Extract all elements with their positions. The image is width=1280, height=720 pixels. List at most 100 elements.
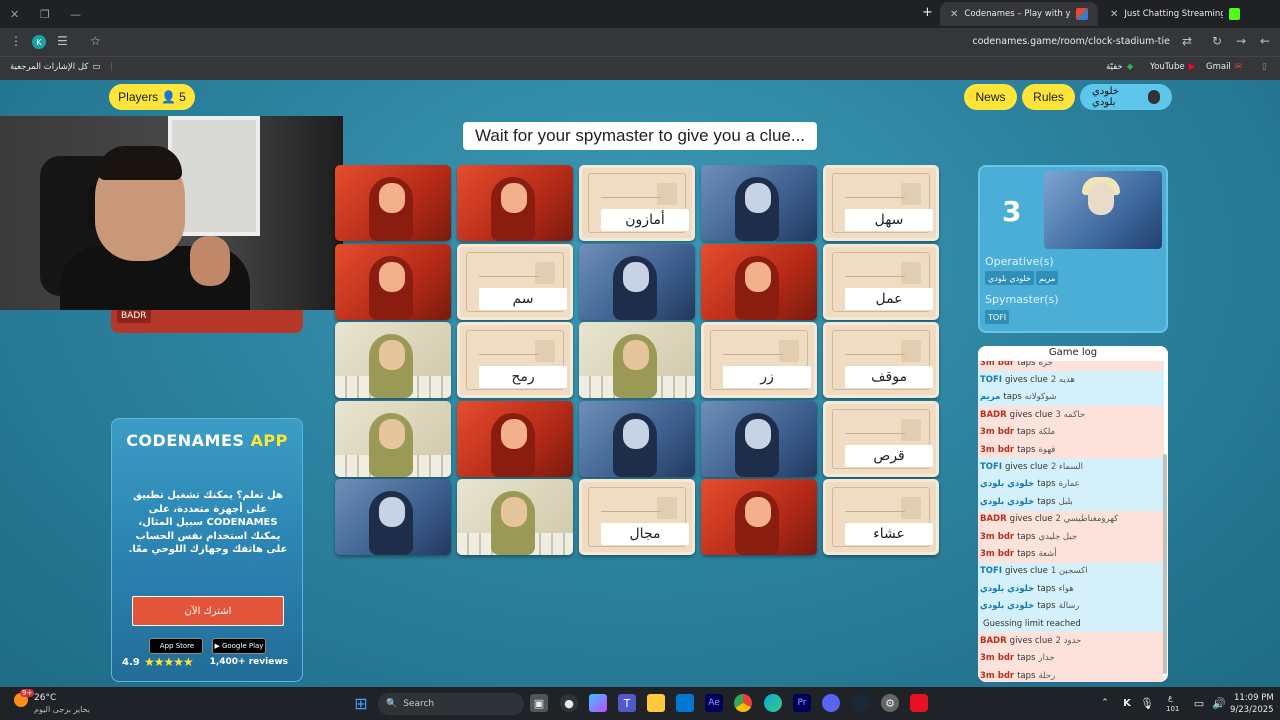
- board-card-blue[interactable]: [335, 479, 451, 555]
- google-play-button[interactable]: ▶ Google Play: [212, 638, 266, 654]
- profile-avatar[interactable]: K: [32, 35, 46, 49]
- app-red-icon[interactable]: [910, 694, 928, 712]
- board-card-blue[interactable]: [579, 243, 695, 320]
- board-card-neutral[interactable]: [335, 400, 451, 477]
- card-silhouette-icon: [657, 183, 677, 205]
- board-card-word[interactable]: زر: [701, 322, 817, 398]
- agent-face: [501, 497, 527, 527]
- tab-just-chatting[interactable]: ✕ Just Chatting Streaming - Live: [1100, 2, 1250, 26]
- log-action: gives clue: [1009, 514, 1053, 525]
- volume-icon[interactable]: 🔊: [1210, 694, 1228, 712]
- board-card-word[interactable]: سم: [457, 243, 573, 320]
- board-card-red[interactable]: [457, 400, 573, 477]
- app-icon[interactable]: ●: [560, 694, 578, 712]
- back-icon[interactable]: ←: [1260, 34, 1270, 48]
- board-card-neutral[interactable]: [335, 322, 451, 398]
- card-frame: عشاء: [832, 487, 933, 547]
- discord-icon[interactable]: [822, 694, 840, 712]
- board-card-blue[interactable]: [701, 400, 817, 477]
- menu-icon[interactable]: ⋮: [10, 34, 22, 48]
- forward-icon[interactable]: →: [1236, 34, 1246, 48]
- game-log-scrollbar[interactable]: [1163, 454, 1167, 674]
- board-card-blue[interactable]: [701, 165, 817, 241]
- board-card-word[interactable]: مجال: [579, 479, 695, 555]
- log-player: TOFI: [980, 462, 1002, 473]
- after-effects-icon[interactable]: Ae: [705, 694, 723, 712]
- chrome-icon[interactable]: [734, 694, 752, 712]
- teams-icon[interactable]: T: [618, 694, 636, 712]
- board-card-red[interactable]: [335, 165, 451, 241]
- card-frame: موقف: [832, 330, 933, 390]
- news-button[interactable]: News: [964, 84, 1017, 110]
- edge-icon[interactable]: [764, 694, 782, 712]
- board-card-word[interactable]: عشاء: [823, 479, 939, 555]
- board-card-neutral[interactable]: [457, 479, 573, 555]
- blue-spymaster-portrait: [1044, 171, 1162, 249]
- close-window-icon[interactable]: ✕: [10, 8, 19, 21]
- board-card-red[interactable]: [701, 479, 817, 555]
- tab-codenames[interactable]: ✕ Codenames – Play with your Fr: [940, 2, 1098, 26]
- bookmark-divider: ▯: [1262, 62, 1267, 72]
- board-card-word[interactable]: رمح: [457, 322, 573, 398]
- bookmark-star-icon[interactable]: ☆: [90, 34, 101, 48]
- board-card-red[interactable]: [335, 243, 451, 320]
- close-tab-icon[interactable]: ✕: [950, 9, 958, 20]
- tray-chevron-icon[interactable]: ⌃: [1096, 694, 1114, 712]
- log-word: هديه 2: [1050, 375, 1075, 386]
- game-log-panel[interactable]: 3m bdr taps جرة TOFI gives clue هديه 2 مريم tap…: [978, 346, 1168, 682]
- board-card-red[interactable]: [457, 165, 573, 241]
- red-team-member-chip: BADR: [117, 309, 151, 323]
- players-button[interactable]: Players 👤 5: [109, 84, 195, 110]
- task-view-icon[interactable]: ▣: [530, 694, 548, 712]
- board-card-red[interactable]: [701, 243, 817, 320]
- board-card-word[interactable]: عمل: [823, 243, 939, 320]
- reload-icon[interactable]: ↻: [1212, 34, 1222, 48]
- board-card-word[interactable]: أمازون: [579, 165, 695, 241]
- taskbar-search[interactable]: 🔍 Search: [378, 693, 524, 715]
- bookmark-maps[interactable]: خفيّة ◆: [1106, 62, 1133, 72]
- game-log-row: 3m bdr taps جدار: [978, 649, 1164, 668]
- store-icon[interactable]: [676, 694, 694, 712]
- url-text[interactable]: codenames.game/room/clock-stadium-tie: [972, 36, 1170, 47]
- app-ad-panel: CODENAMES APP هل تعلم؟ يمكنك تشغيل تطبيق…: [111, 418, 303, 682]
- copilot-icon[interactable]: [589, 694, 607, 712]
- app-store-button[interactable]: App Store: [149, 638, 203, 654]
- card-frame: عمل: [832, 251, 933, 312]
- agent-face: [379, 418, 405, 449]
- bookmark-youtube[interactable]: YouTube ▶: [1150, 62, 1195, 72]
- user-name: خلودي بلودي: [1092, 86, 1119, 108]
- board-card-word[interactable]: سهل: [823, 165, 939, 241]
- restore-window-icon[interactable]: ❐: [40, 8, 50, 21]
- clock-date[interactable]: 9/23/2025: [1230, 705, 1274, 715]
- bookmark-gmail[interactable]: Gmail ✉: [1206, 62, 1242, 72]
- all-bookmarks[interactable]: كل الإشارات المرجعية ▭: [10, 62, 100, 72]
- board-card-neutral[interactable]: [579, 322, 695, 398]
- agent-face: [745, 497, 771, 527]
- tab-label: Codenames – Play with your Fr: [964, 9, 1071, 19]
- minimize-window-icon[interactable]: —: [70, 8, 81, 21]
- tab-search-icon[interactable]: ☰: [57, 34, 68, 48]
- log-player: 3m bdr: [980, 444, 1015, 455]
- tray-k-icon[interactable]: K: [1118, 694, 1136, 712]
- clock-time[interactable]: 11:09 PM: [1234, 693, 1274, 703]
- windows-start-icon[interactable]: ⊞: [352, 694, 370, 713]
- card-word: قرص: [845, 444, 933, 467]
- user-button[interactable]: خلودي بلودي: [1080, 84, 1172, 110]
- settings-icon[interactable]: ⚙: [881, 694, 899, 712]
- board-card-word[interactable]: موقف: [823, 322, 939, 398]
- input-language[interactable]: ع: [1168, 693, 1173, 702]
- microphone-icon[interactable]: 🎙: [1138, 694, 1156, 712]
- display-icon[interactable]: ▭: [1190, 694, 1208, 712]
- site-settings-icon[interactable]: ⇄: [1182, 34, 1192, 48]
- board-card-word[interactable]: قرص: [823, 400, 939, 477]
- close-tab-icon[interactable]: ✕: [1110, 9, 1118, 20]
- file-explorer-icon[interactable]: [647, 694, 665, 712]
- new-tab-button[interactable]: +: [922, 5, 933, 20]
- premiere-icon[interactable]: Pr: [793, 694, 811, 712]
- notification-badge: 9+: [20, 689, 35, 697]
- rules-button[interactable]: Rules: [1022, 84, 1075, 110]
- board-card-blue[interactable]: [579, 400, 695, 477]
- subscribe-button[interactable]: اشترك الآن: [132, 596, 284, 626]
- steam-icon[interactable]: [852, 694, 870, 712]
- agent-face: [745, 261, 771, 292]
